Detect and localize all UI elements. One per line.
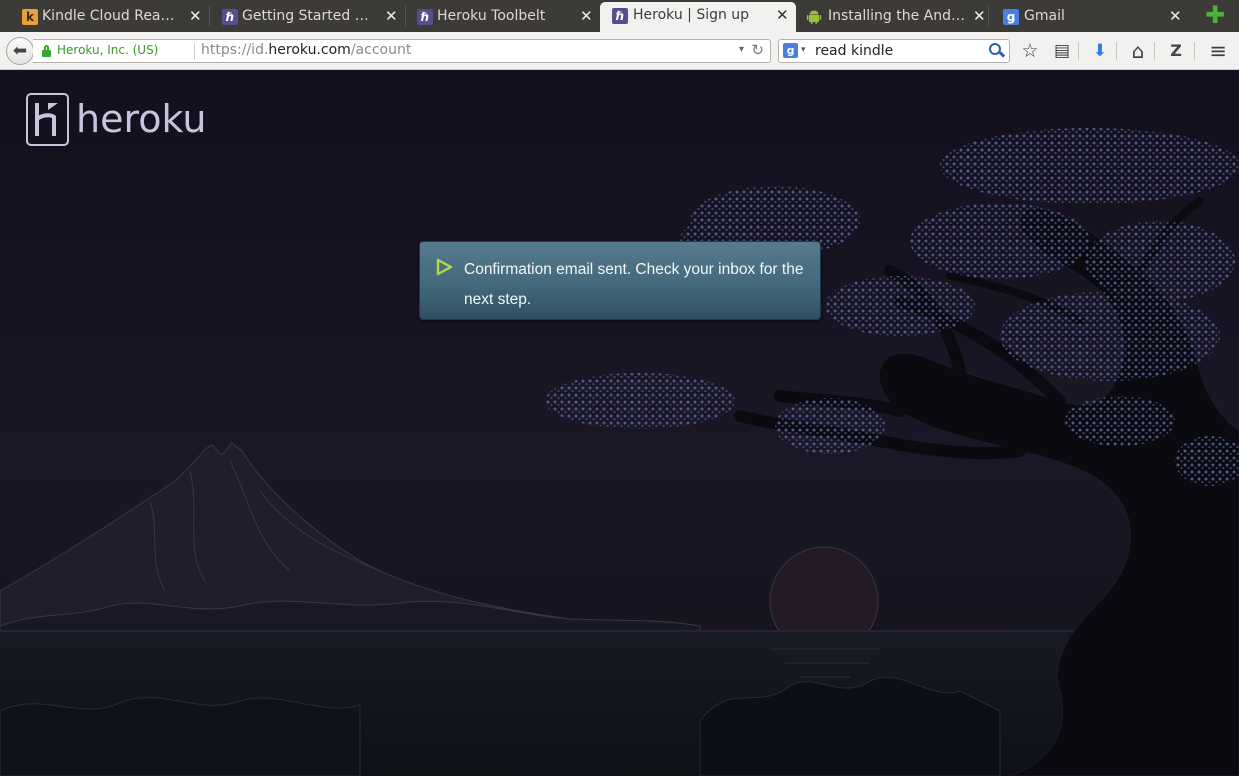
- downloads-icon[interactable]: ⬇: [1088, 40, 1112, 62]
- close-icon[interactable]: ✕: [776, 2, 789, 28]
- tab-getting-started[interactable]: ℏ Getting Started wi… ✕: [200, 3, 408, 32]
- toolbar-divider: [1154, 42, 1155, 60]
- tab-gmail[interactable]: g Gmail ✕: [983, 3, 1193, 32]
- engine-dropdown-icon[interactable]: ▾: [801, 45, 806, 55]
- tab-strip: k Kindle Cloud Reader ✕ ℏ Getting Starte…: [0, 0, 1239, 32]
- address-bar[interactable]: Heroku, Inc. (US) https://id.heroku.com/…: [33, 39, 771, 63]
- search-input[interactable]: [815, 42, 983, 60]
- landscape-illustration: [0, 128, 1239, 776]
- tab-heroku-toolbelt[interactable]: ℏ Heroku Toolbelt ✕: [395, 3, 603, 32]
- heroku-icon: ℏ: [417, 9, 433, 25]
- search-icon[interactable]: [989, 43, 1006, 59]
- bookmarks-menu-icon[interactable]: ▤: [1050, 40, 1074, 62]
- page-content: heroku Confirmation email sent. Check yo…: [0, 71, 1239, 776]
- menu-icon[interactable]: ≡: [1206, 40, 1230, 62]
- tab-label: Installing the Andr…: [828, 8, 968, 24]
- reload-icon[interactable]: ↻: [751, 41, 764, 59]
- new-tab-button[interactable]: ✚: [1205, 3, 1225, 27]
- confirmation-flash-message: Confirmation email sent. Check your inbo…: [419, 241, 821, 320]
- heroku-logo-text: heroku: [76, 97, 207, 141]
- tab-installing-android[interactable]: Installing the Andr… ✕: [790, 3, 998, 32]
- zotero-icon[interactable]: Z: [1164, 40, 1188, 62]
- site-identity[interactable]: Heroku, Inc. (US): [57, 43, 158, 57]
- heroku-icon: ℏ: [612, 8, 628, 24]
- tab-heroku-sign-up[interactable]: ℏ Heroku | Sign up ✕: [600, 2, 796, 32]
- search-bar[interactable]: g ▾: [778, 39, 1010, 63]
- heroku-logo-glyph: [35, 103, 58, 136]
- tab-kindle-cloud-reader[interactable]: k Kindle Cloud Reader ✕: [0, 3, 208, 32]
- toolbar-divider: [1078, 42, 1079, 60]
- back-button[interactable]: ⬅: [6, 37, 34, 65]
- tab-label: Gmail: [1024, 8, 1065, 24]
- close-icon[interactable]: ✕: [580, 3, 593, 29]
- navigation-toolbar: ⬅ Heroku, Inc. (US) https://id.heroku.co…: [0, 32, 1239, 70]
- toolbar-divider: [1194, 42, 1195, 60]
- flash-message-text: Confirmation email sent. Check your inbo…: [464, 261, 804, 308]
- play-arrow-icon: [436, 258, 453, 276]
- android-icon: [806, 9, 822, 25]
- identity-divider: [194, 43, 195, 60]
- kindle-icon: k: [22, 9, 38, 25]
- tab-label: Heroku | Sign up: [633, 7, 750, 23]
- heroku-icon: ℏ: [222, 9, 238, 25]
- toolbar-divider: [1116, 42, 1117, 60]
- home-icon[interactable]: ⌂: [1126, 40, 1150, 62]
- tab-label: Heroku Toolbelt: [437, 8, 546, 24]
- url-text[interactable]: https://id.heroku.com/account: [201, 42, 411, 58]
- close-icon[interactable]: ✕: [1169, 3, 1182, 29]
- google-search-engine-icon[interactable]: g: [783, 43, 798, 58]
- history-dropdown-icon[interactable]: ▾: [739, 44, 744, 55]
- bookmark-star-icon[interactable]: ☆: [1018, 40, 1042, 62]
- lock-icon: [42, 45, 51, 57]
- tab-label: Getting Started wi…: [242, 8, 380, 24]
- google-icon: g: [1003, 9, 1019, 25]
- tab-label: Kindle Cloud Reader: [42, 8, 182, 24]
